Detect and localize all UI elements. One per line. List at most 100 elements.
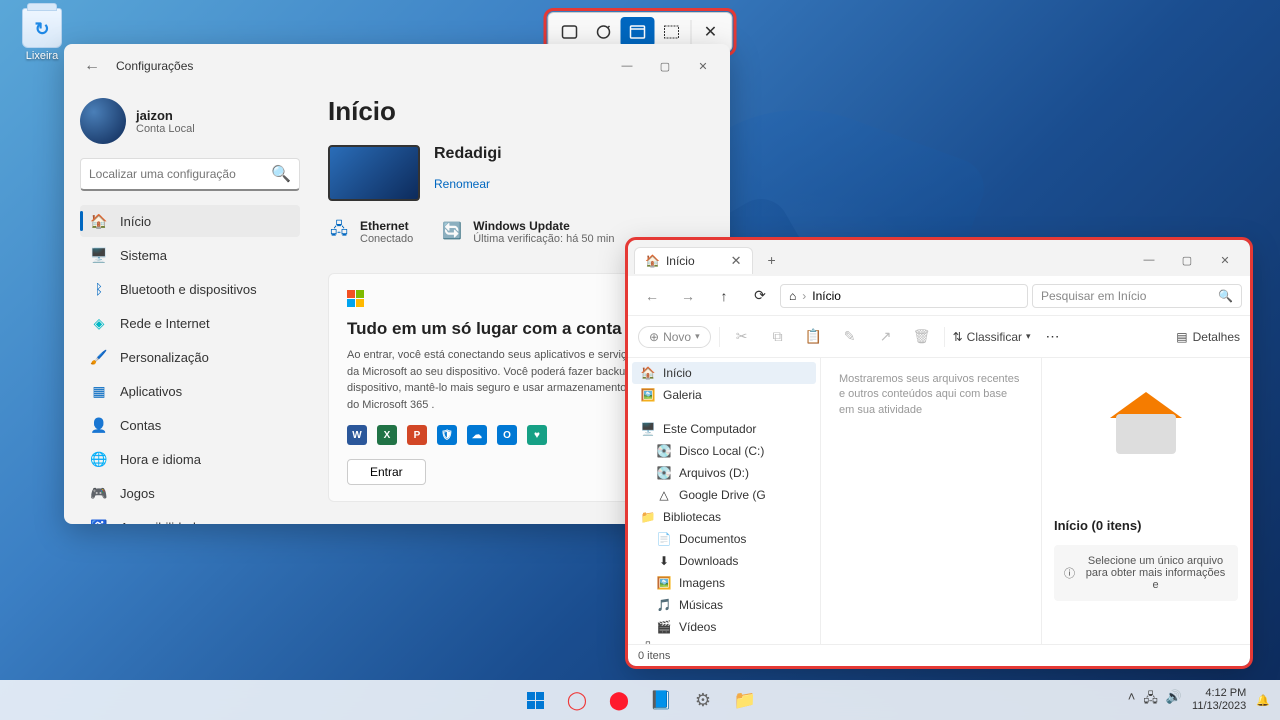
signin-button[interactable]: Entrar	[347, 459, 426, 485]
enav-google-drive[interactable]: △Google Drive (G	[632, 484, 816, 506]
taskbar-app-settings[interactable]: ⚙	[685, 682, 721, 718]
chevron-down-icon: ▾	[1026, 331, 1031, 342]
explorer-tab-inicio[interactable]: 🏠 Início ✕	[634, 247, 753, 274]
enav-downloads[interactable]: ⬇Downloads	[632, 550, 816, 572]
minimize-button[interactable]: —	[608, 52, 646, 80]
info-icon: ⓘ	[1064, 565, 1075, 581]
avatar	[80, 98, 126, 144]
new-tab-button[interactable]: +	[759, 247, 785, 273]
taskbar-app-explorer[interactable]: 📁	[727, 682, 763, 718]
pc-thumbnail	[328, 145, 420, 201]
search-input[interactable]	[89, 167, 271, 181]
new-button[interactable]: ⊕ Novo ▾	[638, 326, 711, 348]
nav-personalizacao[interactable]: 🖌️Personalização	[80, 341, 300, 373]
explorer-window-controls: — ▢ ✕	[1130, 246, 1244, 274]
minimize-button[interactable]: —	[1130, 246, 1168, 274]
accessibility-icon: ♿	[90, 518, 108, 524]
drive-icon: 💽	[656, 443, 672, 459]
more-icon[interactable]: ⋯	[1039, 323, 1067, 351]
snip-rectangle-icon[interactable]	[553, 17, 587, 47]
nav-back-button[interactable]: ←	[636, 282, 668, 310]
settings-title: Configurações	[116, 59, 193, 73]
snip-freeform-icon[interactable]	[587, 17, 621, 47]
taskbar-app-vivaldi[interactable]: ◯	[559, 682, 595, 718]
enav-documentos[interactable]: 📄Documentos	[632, 528, 816, 550]
pc-name: Redadigi	[434, 145, 502, 163]
home-icon: 🏠	[90, 212, 108, 230]
maximize-button[interactable]: ▢	[646, 52, 684, 80]
rename-icon[interactable]: ✎	[836, 323, 864, 351]
home-icon: 🏠	[640, 365, 656, 381]
delete-icon[interactable]: 🗑	[908, 323, 936, 351]
back-button[interactable]: ←	[80, 54, 104, 78]
tray-volume-icon[interactable]: 🔊	[1166, 689, 1182, 711]
home-big-icon	[1111, 394, 1181, 454]
onedrive-icon: ☁	[467, 425, 487, 445]
taskbar-clock[interactable]: 4:12 PM 11/13/2023	[1192, 687, 1246, 713]
cut-icon[interactable]: ✂	[728, 323, 756, 351]
nav-forward-button[interactable]: →	[672, 282, 704, 310]
explorer-search[interactable]: Pesquisar em Início 🔍	[1032, 284, 1242, 308]
user-block[interactable]: jaizon Conta Local	[80, 98, 300, 144]
copy-icon[interactable]: ⧉	[764, 323, 792, 351]
outlook-icon: O	[497, 425, 517, 445]
tray-network-icon[interactable]: 🖧	[1143, 689, 1158, 711]
tab-close-icon[interactable]: ✕	[731, 253, 742, 269]
enav-arquivos-d[interactable]: 💽Arquivos (D:)	[632, 462, 816, 484]
taskbar-app-opera[interactable]: ⬤	[601, 682, 637, 718]
sort-button[interactable]: ⇅ Classificar ▾	[953, 330, 1031, 344]
empty-state-text: Mostraremos seus arquivos recentes e out…	[821, 358, 1041, 644]
update-status[interactable]: 🔄 Windows Update Última verificação: há …	[441, 219, 614, 245]
close-button[interactable]: ✕	[1206, 246, 1244, 274]
snip-fullscreen-icon[interactable]	[655, 17, 689, 47]
enav-disco-c[interactable]: 💽Disco Local (C:)	[632, 440, 816, 462]
preview-hint: ⓘ Selecione um único arquivo para obter …	[1054, 545, 1238, 601]
snip-close-icon[interactable]: ✕	[694, 17, 728, 47]
notifications-icon[interactable]: 🔔	[1256, 694, 1270, 707]
enav-galeria[interactable]: 🖼️Galeria	[632, 384, 816, 406]
gaming-icon: 🎮	[90, 484, 108, 502]
details-button[interactable]: ▤ Detalhes	[1176, 330, 1240, 344]
start-button[interactable]	[517, 682, 553, 718]
status-bar: 0 itens	[628, 644, 1250, 666]
breadcrumb[interactable]: ⌂ › Início	[780, 284, 1028, 308]
nav-contas[interactable]: 👤Contas	[80, 409, 300, 441]
gdrive-icon: △	[656, 487, 672, 503]
system-icon: 🖥️	[90, 246, 108, 264]
enav-bibliotecas[interactable]: 📁Bibliotecas	[632, 506, 816, 528]
nav-bluetooth[interactable]: ᛒBluetooth e dispositivos	[80, 273, 300, 305]
paste-icon[interactable]: 📋	[800, 323, 828, 351]
rename-link[interactable]: Renomear	[434, 177, 490, 191]
nav-aplicativos[interactable]: ▦Aplicativos	[80, 375, 300, 407]
nav-refresh-button[interactable]: ⟳	[744, 282, 776, 310]
nav-hora[interactable]: 🌐Hora e idioma	[80, 443, 300, 475]
maximize-button[interactable]: ▢	[1168, 246, 1206, 274]
nav-sistema[interactable]: 🖥️Sistema	[80, 239, 300, 271]
nav-jogos[interactable]: 🎮Jogos	[80, 477, 300, 509]
drive-icon: 💽	[656, 465, 672, 481]
plus-icon: ⊕	[649, 330, 659, 344]
nav-acessibilidade[interactable]: ♿Acessibilidade	[80, 511, 300, 524]
search-icon: 🔍	[1218, 289, 1233, 303]
taskbar-app-word[interactable]: 📘	[643, 682, 679, 718]
snip-window-icon[interactable]	[621, 17, 655, 47]
enav-inicio[interactable]: 🏠Início	[632, 362, 816, 384]
nav-inicio[interactable]: 🏠Início	[80, 205, 300, 237]
tray-chevron-icon[interactable]: ˄	[1128, 689, 1136, 711]
enav-imagens[interactable]: 🖼️Imagens	[632, 572, 816, 594]
preview-pane: Início (0 itens) ⓘ Selecione um único ar…	[1041, 358, 1250, 644]
ethernet-status[interactable]: 🖧 Ethernet Conectado	[328, 219, 413, 245]
time-icon: 🌐	[90, 450, 108, 468]
user-subtitle: Conta Local	[136, 123, 195, 135]
close-button[interactable]: ✕	[684, 52, 722, 80]
enav-musicas[interactable]: 🎵Músicas	[632, 594, 816, 616]
recycle-bin-desktop-icon[interactable]: ↻ Lixeira	[12, 8, 72, 62]
nav-up-button[interactable]: ↑	[708, 282, 740, 310]
accounts-icon: 👤	[90, 416, 108, 434]
share-icon[interactable]: ↗	[872, 323, 900, 351]
settings-search[interactable]: 🔍	[80, 158, 300, 191]
enav-este-computador[interactable]: 🖥️Este Computador	[632, 418, 816, 440]
enav-videos[interactable]: 🎬Vídeos	[632, 616, 816, 638]
nav-rede[interactable]: ◈Rede e Internet	[80, 307, 300, 339]
downloads-icon: ⬇	[656, 553, 672, 569]
